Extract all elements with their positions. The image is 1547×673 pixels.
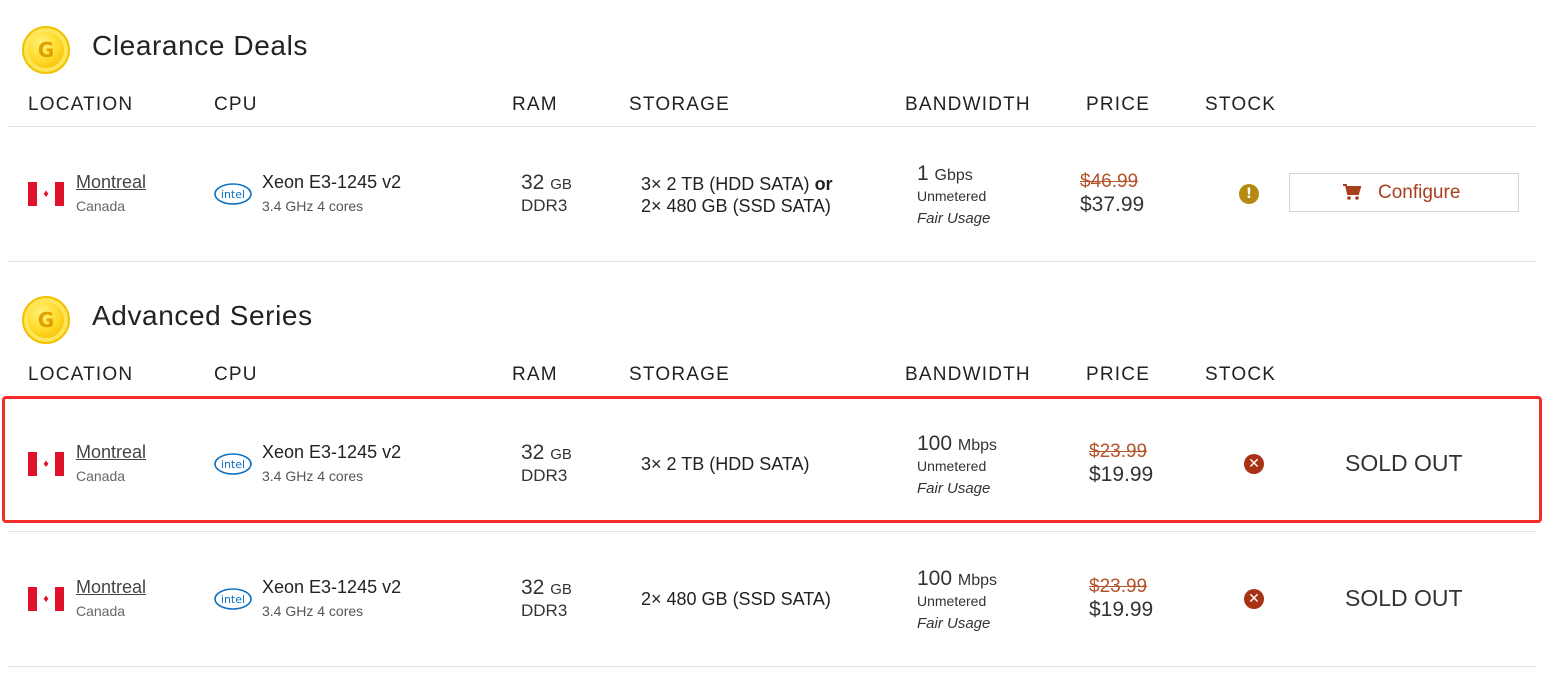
storage-line-1: 3× 2 TB (HDD SATA) or	[641, 174, 833, 194]
col-cpu: CPU	[214, 94, 258, 115]
section-title: G Clearance Deals	[0, 24, 600, 76]
table-header: LOCATION CPU RAM STORAGE BANDWIDTH PRICE…	[0, 86, 1547, 124]
ram-type: DDR3	[521, 196, 568, 215]
location-country: Canada	[76, 198, 126, 214]
divider	[8, 261, 1536, 262]
storage-line-1: 2× 480 GB (SSD SATA)	[641, 589, 831, 609]
coin-icon: G	[22, 26, 70, 74]
configure-button[interactable]: Configure	[1289, 173, 1519, 212]
bandwidth-speed: 1 Gbps	[917, 162, 973, 185]
price-original: $46.99	[1080, 171, 1139, 192]
canada-flag-icon: ♦	[28, 587, 64, 611]
bandwidth-fair-usage: Fair Usage	[917, 615, 991, 632]
col-price: PRICE	[1086, 94, 1151, 115]
table-row: ♦ Montreal Canada intel Xeon E3-1245 v2 …	[0, 532, 1547, 666]
svg-text:intel: intel	[221, 593, 245, 606]
col-ram: RAM	[512, 94, 558, 115]
ram-size: 32 GB	[521, 171, 572, 194]
table-header: LOCATION CPU RAM STORAGE BANDWIDTH PRICE…	[0, 356, 1547, 394]
sold-out-icon: ✕	[1244, 589, 1264, 609]
stock-warning-icon: !	[1239, 184, 1259, 204]
bandwidth-fair-usage: Fair Usage	[917, 210, 991, 227]
cpu-spec: 3.4 GHz 4 cores	[262, 198, 364, 214]
svg-text:intel: intel	[221, 188, 245, 201]
col-location: LOCATION	[28, 94, 134, 115]
ram-type: DDR3	[521, 601, 568, 620]
price-current: $37.99	[1080, 193, 1145, 216]
col-bandwidth: BANDWIDTH	[905, 94, 1031, 115]
coin-icon: G	[22, 296, 70, 344]
col-location: LOCATION	[28, 364, 134, 385]
location-link[interactable]: Montreal	[76, 172, 146, 193]
intel-logo-icon: intel	[214, 588, 252, 610]
col-storage: STORAGE	[629, 94, 730, 115]
canada-flag-icon: ♦	[28, 182, 64, 206]
intel-logo-icon: intel	[214, 183, 252, 205]
section-title: G Advanced Series	[0, 294, 600, 346]
section-heading: Clearance Deals	[92, 30, 308, 61]
location-link[interactable]: Montreal	[76, 577, 146, 598]
location-country: Canada	[76, 603, 126, 619]
sold-out-label: SOLD OUT	[1345, 585, 1463, 611]
price-original: $23.99	[1089, 576, 1148, 597]
section-heading: Advanced Series	[92, 300, 313, 331]
col-cpu: CPU	[214, 364, 258, 385]
price-current: $19.99	[1089, 598, 1154, 621]
cart-icon	[1343, 184, 1362, 200]
col-ram: RAM	[512, 364, 558, 385]
configure-label: Configure	[1378, 182, 1461, 203]
bandwidth-speed: 100 Mbps	[917, 567, 998, 590]
cpu-name: Xeon E3-1245 v2	[262, 172, 402, 192]
storage-line-2: 2× 480 GB (SSD SATA)	[641, 196, 831, 216]
bandwidth-unmetered: Unmetered	[917, 188, 987, 204]
bandwidth-unmetered: Unmetered	[917, 593, 987, 609]
col-bandwidth: BANDWIDTH	[905, 364, 1031, 385]
table-row: ♦ Montreal Canada intel Xeon E3-1245 v2 …	[0, 127, 1547, 261]
cpu-name: Xeon E3-1245 v2	[262, 577, 402, 597]
col-stock: STOCK	[1205, 94, 1277, 115]
ram-size: 32 GB	[521, 576, 572, 599]
divider	[8, 666, 1536, 667]
highlight-box	[2, 396, 1542, 523]
col-price: PRICE	[1086, 364, 1151, 385]
cpu-spec: 3.4 GHz 4 cores	[262, 603, 364, 619]
col-stock: STOCK	[1205, 364, 1277, 385]
col-storage: STORAGE	[629, 364, 730, 385]
